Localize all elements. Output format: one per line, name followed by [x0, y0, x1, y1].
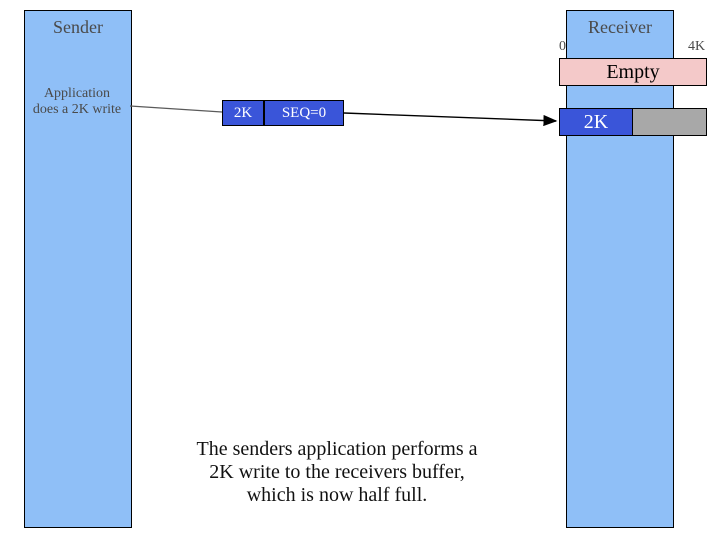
caption-text: The senders application performs a 2K wr… [142, 438, 532, 507]
buffer-half-filled: 2K [559, 108, 633, 136]
scale-end-label: 4K [688, 39, 705, 55]
buffer-empty: Empty [559, 58, 707, 86]
segment-size-label: 2K [234, 105, 252, 121]
caption-line3: which is now half full. [247, 484, 428, 506]
sender-title: Sender [25, 11, 131, 38]
receiver-title: Receiver [567, 11, 673, 38]
caption-line2: 2K write to the receivers buffer, [209, 461, 464, 483]
app-write-note: Application does a 2K write [22, 86, 132, 118]
segment-seq-box: SEQ=0 [264, 100, 344, 126]
scale-start-label: 0 [559, 39, 566, 55]
segment-seq-label: SEQ=0 [282, 105, 326, 121]
receiver-column: Receiver [566, 10, 674, 528]
app-note-line2: does a 2K write [33, 102, 121, 117]
buffer-empty-label: Empty [606, 61, 659, 83]
app-note-line1: Application [44, 86, 110, 101]
caption-line1: The senders application performs a [196, 438, 477, 460]
diagram-stage: Sender Receiver 0 4K Empty 2K Applicatio… [0, 0, 720, 540]
segment-size-box: 2K [222, 100, 264, 126]
buffer-half-label: 2K [584, 111, 608, 133]
